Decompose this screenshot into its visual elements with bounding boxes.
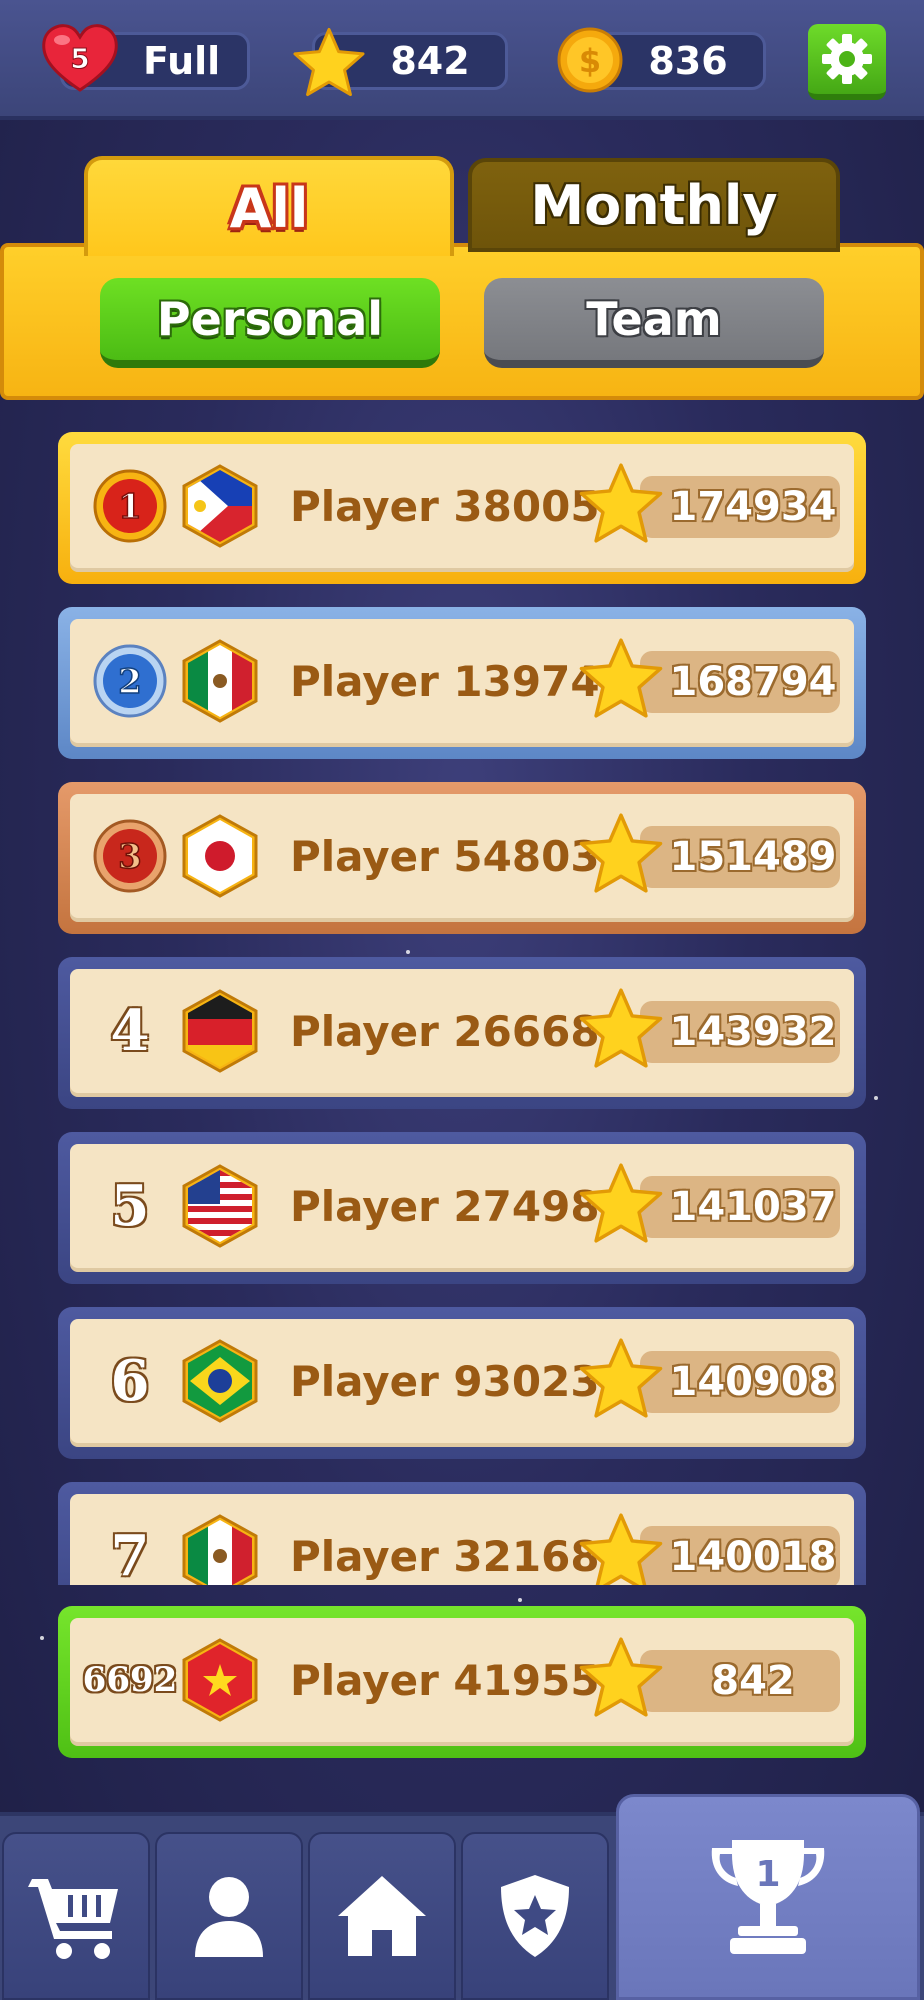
- rank-number: 2: [118, 662, 142, 702]
- score-value: 168794: [669, 659, 837, 705]
- score-value: 141037: [669, 1184, 837, 1230]
- flag-germany-icon: [182, 989, 258, 1073]
- my-rank-row[interactable]: 6692 Player 419551 842: [58, 1606, 866, 1758]
- rank-number: 6: [110, 1348, 150, 1414]
- team-label: Team: [586, 292, 722, 346]
- leaderboard-list[interactable]: 1 Player 380057 174934 2 Player 139742 1…: [0, 420, 924, 1585]
- flag-mexico-icon: [182, 639, 258, 723]
- flag-vietnam-icon: [182, 1638, 258, 1722]
- nav-profile-button[interactable]: [155, 1832, 303, 2000]
- bronze-medal-icon: 3: [93, 819, 167, 893]
- shield-star-icon: [501, 1875, 569, 1957]
- sparkle: [518, 1598, 522, 1602]
- star-icon: [579, 1513, 663, 1585]
- score-value: 143932: [669, 1009, 837, 1055]
- cart-icon: [28, 1879, 118, 1959]
- leaderboard-row[interactable]: 5 Player 274986 141037: [58, 1132, 866, 1284]
- tab-all-label: All: [229, 176, 309, 240]
- tab-all[interactable]: All: [84, 156, 454, 256]
- flag-philippines-icon: [182, 464, 258, 548]
- leaderboard-row[interactable]: 4 Player 266682 143932: [58, 957, 866, 1109]
- stars-count: 842: [390, 39, 470, 83]
- leaderboard-row[interactable]: 2 Player 139742 168794: [58, 607, 866, 759]
- rank-number: 1: [118, 487, 142, 527]
- home-icon: [338, 1876, 426, 1956]
- score-box: 140018: [640, 1526, 840, 1585]
- score-box: 151489: [640, 826, 840, 888]
- my-score-box: 842: [640, 1650, 840, 1712]
- gear-icon: [822, 34, 872, 84]
- score-value: 174934: [669, 484, 837, 530]
- score-box: 141037: [640, 1176, 840, 1238]
- score-box: 174934: [640, 476, 840, 538]
- lives-status: Full: [143, 39, 221, 83]
- rank-number: 5: [110, 1173, 150, 1239]
- lives-count: 5: [70, 42, 89, 75]
- score-box: 140908: [640, 1351, 840, 1413]
- coins-count: 836: [648, 39, 728, 83]
- star-icon: [579, 463, 663, 543]
- flag-mexico-icon: [182, 1514, 258, 1585]
- my-rank-number: 6692: [82, 1660, 178, 1700]
- star-icon: [579, 638, 663, 718]
- profile-icon: [195, 1877, 263, 1957]
- nav-leaderboard-button[interactable]: 1: [616, 1794, 920, 2000]
- sparkle: [40, 1636, 44, 1640]
- star-icon: [579, 988, 663, 1068]
- score-box: 143932: [640, 1001, 840, 1063]
- coin-icon: $: [557, 27, 623, 93]
- leaderboard-row[interactable]: 1 Player 380057 174934: [58, 432, 866, 584]
- gold-medal-icon: 1: [93, 469, 167, 543]
- nav-team-button[interactable]: [461, 1832, 609, 2000]
- trophy-icon: 1: [711, 1840, 825, 1954]
- star-icon: [579, 1338, 663, 1418]
- star-icon: [579, 1163, 663, 1243]
- leaderboard-row[interactable]: 6 Player 930236 140908: [58, 1307, 866, 1459]
- silver-medal-icon: 2: [93, 644, 167, 718]
- personal-label: Personal: [156, 292, 384, 346]
- score-value: 151489: [669, 834, 837, 880]
- tab-monthly[interactable]: Monthly: [468, 158, 840, 252]
- leaderboard-row[interactable]: 7 Player 321685 140018: [58, 1482, 866, 1585]
- personal-button[interactable]: Personal: [100, 278, 440, 368]
- heart-icon: 5: [42, 24, 118, 92]
- settings-button[interactable]: [808, 24, 886, 100]
- star-icon: [579, 1637, 663, 1717]
- flag-usa-icon: [182, 1164, 258, 1248]
- svg-text:$: $: [579, 42, 601, 80]
- nav-shop-button[interactable]: [2, 1832, 150, 2000]
- rank-number: 7: [110, 1523, 150, 1585]
- score-box: 168794: [640, 651, 840, 713]
- my-score-value: 842: [711, 1658, 795, 1704]
- flag-japan-icon: [182, 814, 258, 898]
- star-icon: [293, 27, 365, 97]
- team-button[interactable]: Team: [484, 278, 824, 368]
- score-value: 140908: [669, 1359, 837, 1405]
- nav-home-button[interactable]: [308, 1832, 456, 2000]
- leaderboard-row[interactable]: 3 Player 548031 151489: [58, 782, 866, 934]
- rank-number: 4: [110, 998, 150, 1064]
- flag-brazil-icon: [182, 1339, 258, 1423]
- tab-monthly-label: Monthly: [530, 173, 778, 237]
- score-value: 140018: [669, 1534, 837, 1580]
- trophy-badge: 1: [755, 1854, 780, 1895]
- rank-number: 3: [118, 837, 142, 877]
- star-icon: [579, 813, 663, 893]
